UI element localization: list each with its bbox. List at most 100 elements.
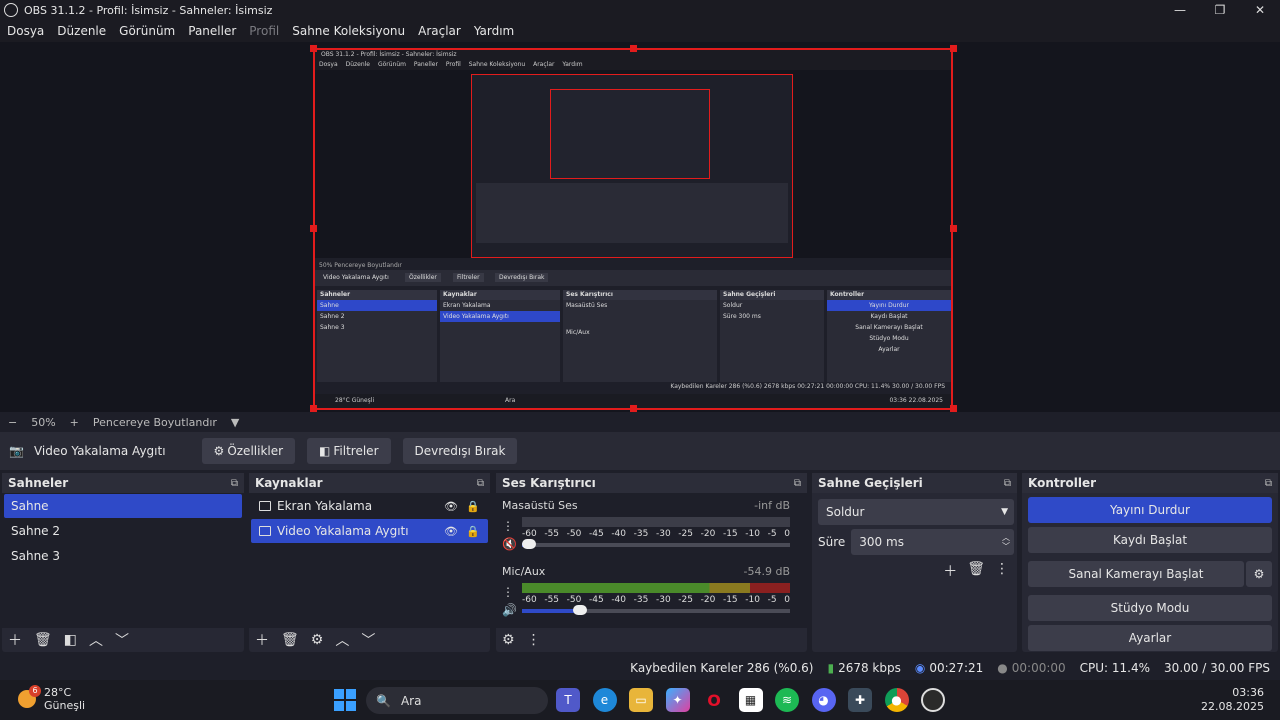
- explorer-icon[interactable]: ▭: [629, 688, 653, 712]
- menu-view[interactable]: Görünüm: [119, 24, 175, 38]
- maximize-button[interactable]: ❐: [1200, 0, 1240, 20]
- float-icon[interactable]: ⧉: [477, 478, 484, 489]
- obs-icon[interactable]: [921, 688, 945, 712]
- lock-icon[interactable]: 🔒: [466, 500, 480, 513]
- scenes-dock: Sahneler ⧉ Sahne Sahne 2 Sahne 3 ＋ 🗑 ◧ ︿…: [2, 473, 244, 652]
- lock-icon[interactable]: 🔒: [466, 525, 480, 538]
- volume-thumb[interactable]: [572, 605, 587, 615]
- filter-icon[interactable]: ◧: [64, 632, 77, 648]
- stop-stream-button[interactable]: Yayını Durdur: [1028, 497, 1272, 523]
- source-item-video-capture[interactable]: Video Yakalama Aygıtı 👁 🔒: [251, 519, 488, 543]
- nested-menu-item: Sahne Koleksiyonu: [468, 61, 526, 68]
- eye-icon[interactable]: 👁: [444, 525, 458, 538]
- zoom-out-button[interactable]: −: [8, 416, 17, 429]
- tick-label: -25: [678, 529, 693, 539]
- kebab-menu-icon[interactable]: ⋮: [502, 585, 514, 599]
- resize-handle[interactable]: [950, 225, 957, 232]
- menu-tools[interactable]: Araçlar: [418, 24, 461, 38]
- add-icon[interactable]: ＋: [255, 630, 269, 650]
- gear-icon[interactable]: ⚙: [311, 632, 324, 648]
- add-icon[interactable]: ＋: [8, 630, 22, 650]
- zoom-in-button[interactable]: +: [70, 416, 79, 429]
- gear-icon[interactable]: ⚙: [1246, 561, 1272, 587]
- speaker-icon[interactable]: 🔊: [502, 603, 517, 617]
- app-icon[interactable]: ✚: [848, 688, 872, 712]
- filters-button[interactable]: ◧ Filtreler: [307, 438, 391, 464]
- resize-handle[interactable]: [950, 405, 957, 412]
- kebab-menu-icon[interactable]: ⋮: [527, 632, 541, 648]
- volume-slider-mic[interactable]: [522, 605, 790, 615]
- volume-fill: [522, 609, 580, 613]
- settings-button[interactable]: Ayarlar: [1028, 625, 1272, 651]
- sources-dock-header: Kaynaklar ⧉: [249, 473, 490, 493]
- minimize-button[interactable]: —: [1160, 0, 1200, 20]
- transition-select[interactable]: Soldur ▼: [818, 499, 1014, 525]
- scene-item-sahne-2[interactable]: Sahne 2: [4, 519, 242, 543]
- scene-item-sahne-3[interactable]: Sahne 3: [4, 544, 242, 568]
- trash-icon[interactable]: 🗑: [967, 561, 985, 581]
- resize-handle[interactable]: [310, 225, 317, 232]
- resize-handle[interactable]: [630, 405, 637, 412]
- opera-icon[interactable]: O: [702, 688, 726, 712]
- menu-scene-collection[interactable]: Sahne Koleksiyonu: [292, 24, 405, 38]
- taskbar-search[interactable]: 🔍 Ara: [366, 687, 548, 714]
- resize-handle[interactable]: [310, 405, 317, 412]
- resize-handle[interactable]: [950, 45, 957, 52]
- camera-icon: [259, 526, 271, 536]
- float-icon[interactable]: ⧉: [1004, 478, 1011, 489]
- menu-help[interactable]: Yardım: [474, 24, 514, 38]
- studio-mode-button[interactable]: Stüdyo Modu: [1028, 595, 1272, 621]
- trash-icon[interactable]: 🗑: [281, 632, 299, 648]
- spotify-icon[interactable]: ≋: [775, 688, 799, 712]
- kebab-menu-icon[interactable]: ⋮: [995, 561, 1009, 581]
- float-icon[interactable]: ⧉: [231, 478, 238, 489]
- arrow-up-icon[interactable]: ︿: [335, 630, 349, 650]
- filter-icon: ◧: [319, 444, 331, 458]
- advanced-audio-icon[interactable]: ⚙: [502, 632, 515, 648]
- arrow-down-icon[interactable]: ﹀: [115, 630, 129, 650]
- properties-button[interactable]: ⚙ Özellikler: [201, 438, 296, 464]
- resize-handle[interactable]: [310, 45, 317, 52]
- add-icon[interactable]: ＋: [943, 561, 957, 581]
- weather-widget[interactable]: 6 28°C Güneşli: [18, 685, 85, 712]
- arrow-down-icon[interactable]: ﹀: [361, 630, 375, 650]
- resize-handle[interactable]: [630, 45, 637, 52]
- preview-canvas[interactable]: OBS 31.1.2 - Profil: İsimsiz - Sahneler:…: [0, 42, 1280, 412]
- menu-edit[interactable]: Düzenle: [57, 24, 106, 38]
- menu-file[interactable]: Dosya: [7, 24, 44, 38]
- copilot-icon[interactable]: ✦: [665, 688, 690, 712]
- start-virtual-camera-button[interactable]: Sanal Kamerayı Başlat: [1028, 561, 1244, 587]
- volume-thumb[interactable]: [522, 539, 536, 549]
- teams-icon[interactable]: T: [556, 688, 580, 712]
- arrow-up-icon[interactable]: ︿: [89, 630, 103, 650]
- store-icon[interactable]: ▦: [738, 688, 763, 712]
- tick-label: -60: [522, 529, 537, 539]
- start-recording-button[interactable]: Kaydı Başlat: [1028, 527, 1272, 553]
- float-icon[interactable]: ⧉: [794, 478, 801, 489]
- spinner-icon[interactable]: ︿ ﹀: [1002, 533, 1010, 551]
- float-icon[interactable]: ⧉: [1265, 478, 1272, 489]
- nested-preview: [315, 70, 951, 258]
- scene-item-sahne[interactable]: Sahne: [4, 494, 242, 518]
- kebab-menu-icon[interactable]: ⋮: [502, 519, 514, 533]
- chrome-icon[interactable]: ●: [884, 688, 909, 712]
- speaker-muted-icon[interactable]: 🔇: [502, 537, 517, 551]
- trash-icon[interactable]: 🗑: [34, 632, 52, 648]
- discord-icon[interactable]: ◕: [811, 688, 836, 712]
- close-button[interactable]: ✕: [1240, 0, 1280, 20]
- duration-input[interactable]: 300 ms ︿ ﹀: [851, 529, 1014, 555]
- deactivate-button[interactable]: Devredışı Bırak: [402, 438, 518, 464]
- system-clock[interactable]: 03:36 22.08.2025: [1201, 686, 1264, 714]
- windows-start-icon[interactable]: [334, 689, 356, 711]
- preview-video-capture[interactable]: OBS 31.1.2 - Profil: İsimsiz - Sahneler:…: [313, 48, 953, 410]
- menu-profile[interactable]: Profil: [249, 24, 279, 38]
- chevron-down-icon[interactable]: ▼: [231, 416, 239, 429]
- edge-icon[interactable]: e: [592, 688, 617, 712]
- virtual-cam-row: Sanal Kamerayı Başlat ⚙: [1022, 557, 1278, 591]
- menu-docks[interactable]: Paneller: [188, 24, 236, 38]
- source-item-screen-capture[interactable]: Ekran Yakalama 👁 🔒: [251, 494, 488, 518]
- zoom-fit-select[interactable]: Pencereye Boyutlandır: [93, 416, 217, 429]
- tick-label: -10: [745, 595, 760, 605]
- eye-icon[interactable]: 👁: [444, 500, 458, 513]
- volume-slider-desktop[interactable]: [522, 539, 790, 549]
